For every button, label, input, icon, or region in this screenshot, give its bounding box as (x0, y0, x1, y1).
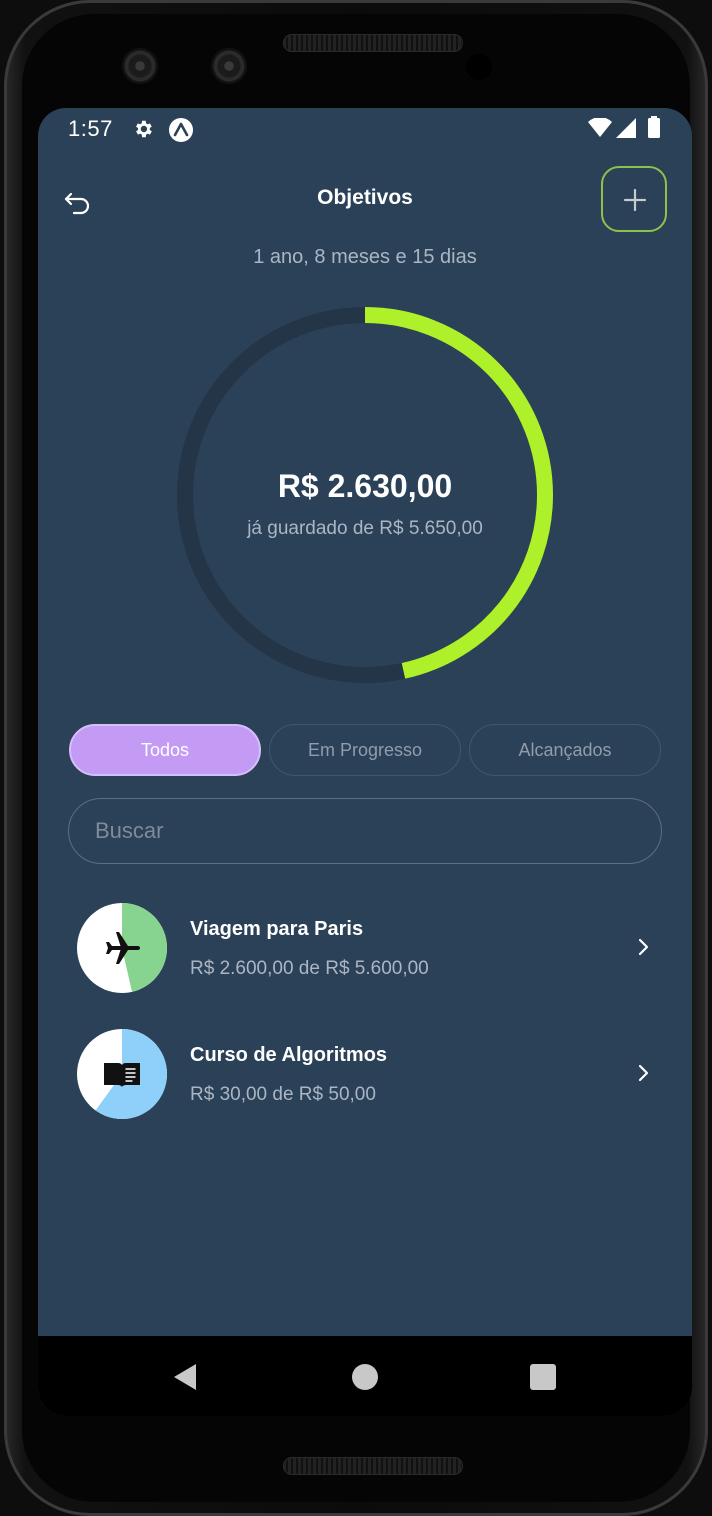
tab-alcancados[interactable]: Alcançados (469, 724, 661, 776)
earpiece-speaker (283, 34, 463, 52)
app-screen: 1:57 Objetivos 1 ano, 8 meses e 15 dias … (38, 108, 692, 1416)
chevron-right-icon (638, 1064, 649, 1082)
battery-icon (648, 116, 660, 138)
goal-amount: R$ 2.600,00 de R$ 5.600,00 (190, 958, 429, 979)
status-bar: 1:57 (38, 108, 692, 150)
search-input[interactable] (68, 798, 662, 864)
front-camera-icon (122, 48, 158, 84)
saved-caption: já guardado de R$ 5.650,00 (247, 518, 483, 539)
goal-progress-avatar (76, 902, 168, 994)
goal-title: Curso de Algoritmos (190, 1044, 388, 1066)
front-sensor-icon (211, 48, 247, 84)
goal-amount: R$ 30,00 de R$ 50,00 (190, 1084, 376, 1105)
book-icon (104, 1063, 140, 1087)
goal-duration: 1 ano, 8 meses e 15 dias (253, 246, 477, 268)
nav-recents-button[interactable] (530, 1364, 556, 1390)
goal-progress-avatar (76, 1028, 168, 1120)
saved-amount: R$ 2.630,00 (277, 468, 453, 504)
tab-todos[interactable]: Todos (69, 724, 261, 776)
plus-icon (623, 188, 647, 212)
nav-home-button[interactable] (352, 1364, 378, 1390)
signal-icon (616, 118, 636, 138)
nav-back-triangle-icon[interactable] (172, 1362, 200, 1392)
expo-icon (169, 118, 193, 142)
system-navigation-bar (38, 1336, 692, 1416)
goal-title: Viagem para Paris (190, 918, 364, 940)
settings-gear-icon (136, 120, 152, 138)
tab-em-progresso[interactable]: Em Progresso (269, 724, 461, 776)
goal-list-item[interactable]: Curso de Algoritmos R$ 30,00 de R$ 50,00 (38, 1018, 692, 1128)
bottom-speaker (283, 1457, 463, 1475)
goal-list-item[interactable]: Viagem para Paris R$ 2.600,00 de R$ 5.60… (38, 892, 692, 1002)
airplane-icon (106, 932, 140, 964)
proximity-sensor-icon (466, 54, 492, 80)
add-goal-button[interactable] (601, 166, 667, 232)
page-title: Objetivos (317, 186, 413, 209)
wifi-icon (588, 118, 612, 137)
status-time: 1:57 (68, 116, 113, 141)
chevron-right-icon (638, 938, 649, 956)
